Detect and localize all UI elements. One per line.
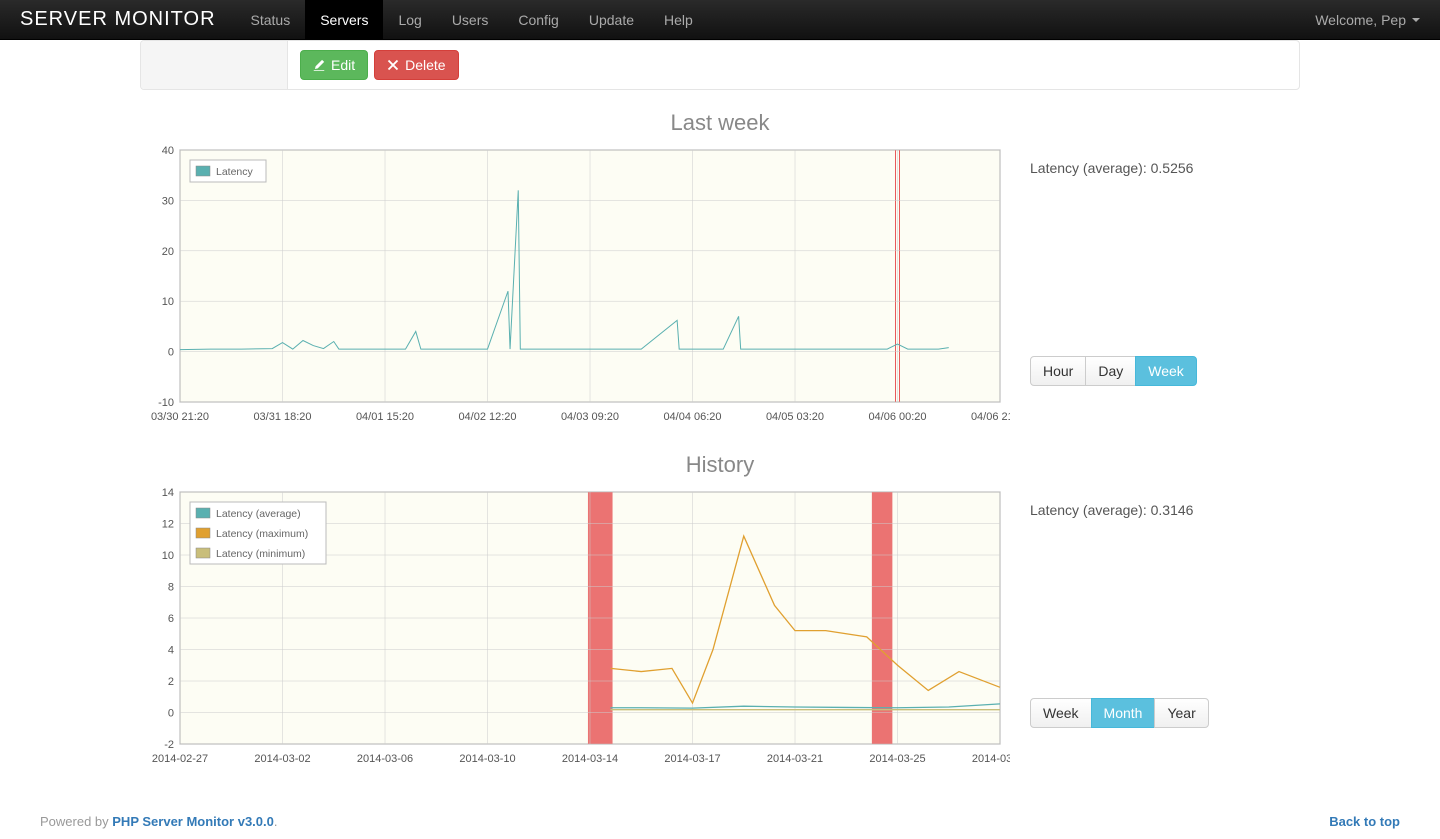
footer: Powered by PHP Server Monitor v3.0.0. Ba… [20,814,1420,829]
svg-text:10: 10 [162,296,174,308]
svg-text:04/06 21:20: 04/06 21:20 [971,411,1010,423]
svg-text:-10: -10 [158,397,174,409]
svg-text:03/30 21:20: 03/30 21:20 [151,411,209,423]
edit-button[interactable]: Edit [300,50,368,80]
svg-text:Latency (average): Latency (average) [216,508,301,520]
svg-text:0: 0 [168,347,174,359]
brand[interactable]: SERVER MONITOR [20,8,216,31]
nav-log[interactable]: Log [383,0,436,40]
nav-status[interactable]: Status [236,0,306,40]
svg-text:10: 10 [162,550,174,562]
svg-text:2014-03-17: 2014-03-17 [664,753,720,765]
svg-text:04/01 15:20: 04/01 15:20 [356,411,414,423]
range-hour[interactable]: Hour [1030,356,1086,386]
chart2-title: History [140,452,1300,478]
edit-icon [313,59,325,71]
server-toolbar: Edit Delete [140,40,1300,90]
back-to-top[interactable]: Back to top [1329,814,1400,829]
svg-text:6: 6 [168,613,174,625]
svg-text:14: 14 [162,487,174,499]
chart2[interactable]: -2 0 2 4 6 8 10 12 14 2014-02-27 2014-03-02 2014-03… [140,484,1010,774]
svg-text:Latency (minimum): Latency (minimum) [216,548,305,560]
chart1-stat: Latency (average): 0.5256 [1030,160,1290,176]
footer-powered: Powered by [40,814,112,829]
svg-text:Latency: Latency [216,166,254,178]
nav-help[interactable]: Help [649,0,708,40]
chart2-range-group: Week Month Year [1030,698,1290,728]
range-month[interactable]: Month [1091,698,1156,728]
svg-text:2014-03-10: 2014-03-10 [459,753,515,765]
close-icon [387,59,399,71]
toolbar-leftpane [141,41,288,89]
svg-text:40: 40 [162,145,174,157]
svg-text:2014-03-29: 2014-03-29 [972,753,1010,765]
delete-button[interactable]: Delete [374,50,458,80]
chart-history-section: History -2 0 2 4 6 8 10 12 14 2014-02-27 2014-03-0… [140,452,1300,774]
chart1[interactable]: -10 0 10 20 30 40 03/30 21:20 03/31 18:20 04/01 … [140,142,1010,432]
svg-text:30: 30 [162,195,174,207]
range-week2[interactable]: Week [1030,698,1092,728]
chevron-down-icon [1412,18,1420,22]
svg-text:04/04 06:20: 04/04 06:20 [663,411,721,423]
svg-text:2014-03-21: 2014-03-21 [767,753,823,765]
svg-text:2014-02-27: 2014-02-27 [152,753,208,765]
welcome-text: Welcome, Pep [1315,12,1406,28]
svg-text:4: 4 [168,645,174,657]
chart1-title: Last week [140,110,1300,136]
nav-users[interactable]: Users [437,0,504,40]
nav-main: Status Servers Log Users Config Update H… [236,0,1316,40]
svg-text:20: 20 [162,246,174,258]
svg-text:2014-03-02: 2014-03-02 [254,753,310,765]
svg-text:2014-03-14: 2014-03-14 [562,753,618,765]
svg-text:12: 12 [162,519,174,531]
svg-text:04/06 00:20: 04/06 00:20 [868,411,926,423]
range-year[interactable]: Year [1154,698,1208,728]
nav-servers[interactable]: Servers [305,0,383,40]
chart1-range-group: Hour Day Week [1030,356,1290,386]
svg-text:2014-03-25: 2014-03-25 [869,753,925,765]
chart-lastweek-section: Last week -10 0 10 20 30 40 03/30 21:20 03/31 1… [140,110,1300,432]
svg-text:2014-03-06: 2014-03-06 [357,753,413,765]
svg-text:0: 0 [168,708,174,720]
svg-text:-2: -2 [164,739,174,751]
user-menu[interactable]: Welcome, Pep [1315,12,1420,28]
nav-config[interactable]: Config [503,0,573,40]
range-day[interactable]: Day [1085,356,1136,386]
chart2-stat: Latency (average): 0.3146 [1030,502,1290,518]
svg-text:Latency (maximum): Latency (maximum) [216,528,308,540]
svg-text:04/02 12:20: 04/02 12:20 [458,411,516,423]
nav-update[interactable]: Update [574,0,649,40]
navbar: SERVER MONITOR Status Servers Log Users … [0,0,1440,40]
svg-text:03/31 18:20: 03/31 18:20 [253,411,311,423]
svg-text:8: 8 [168,582,174,594]
footer-product-link[interactable]: PHP Server Monitor v3.0.0 [112,814,274,829]
svg-text:2: 2 [168,676,174,688]
range-week[interactable]: Week [1135,356,1197,386]
svg-text:04/05 03:20: 04/05 03:20 [766,411,824,423]
svg-text:04/03 09:20: 04/03 09:20 [561,411,619,423]
